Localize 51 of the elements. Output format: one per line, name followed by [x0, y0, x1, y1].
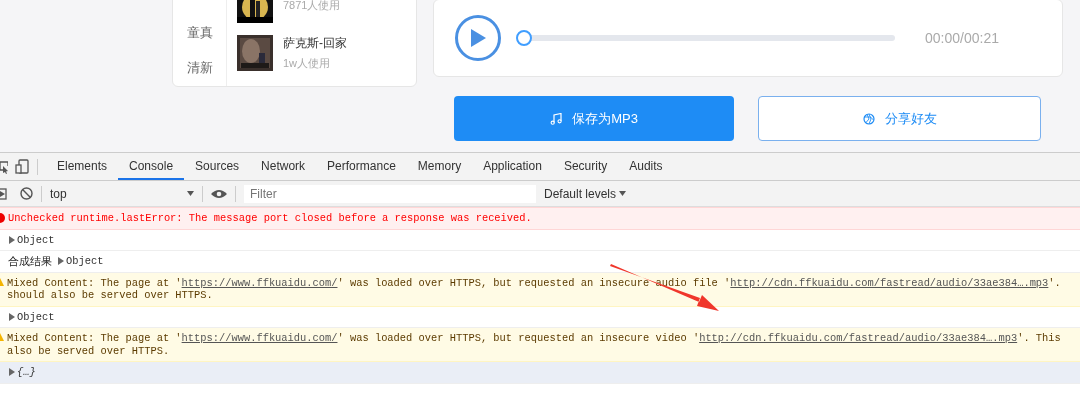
devtools-tab[interactable]: Performance	[316, 153, 407, 180]
song-title[interactable]: 萨克斯-回家	[283, 35, 347, 52]
message-text: Unchecked runtime.lastError: The message port closed before a response was received.	[8, 212, 532, 225]
warning-icon	[0, 276, 4, 289]
music-note-icon	[550, 112, 563, 125]
message-link[interactable]: https://www.ffkuaidu.com/	[181, 276, 338, 289]
message-link[interactable]: https://www.ffkuaidu.com/	[181, 332, 338, 344]
play-icon	[469, 28, 487, 48]
object-label[interactable]: Object	[66, 255, 104, 268]
object-label[interactable]: Object	[17, 310, 55, 323]
aperture-icon	[862, 112, 875, 125]
share-button[interactable]: 分享好友	[758, 96, 1041, 141]
devtools-tab[interactable]: Network	[250, 153, 317, 180]
eye-icon[interactable]	[211, 188, 227, 199]
message-text: Mixed Content: The page at 'https://www.ffkuaidu.com/' was loaded over HTTPS, but requested an insecure audio file 'http://cdn.ffkuaidu.com/fastread/audio/33ae384….mp3'.	[7, 276, 1061, 289]
log-label: 合成结果	[7, 255, 52, 268]
play-button[interactable]	[455, 15, 501, 61]
message-link[interactable]: http://cdn.ffkuaidu.com/fastread/audio/33ae384….mp3	[730, 276, 1049, 289]
sidebar-toggle-icon[interactable]	[0, 187, 7, 200]
devtools-tab[interactable]: Memory	[406, 153, 473, 180]
object-label[interactable]: {…}	[17, 366, 36, 379]
category-item[interactable]: 童真	[186, 24, 213, 42]
expand-icon[interactable]	[58, 257, 64, 266]
slider-thumb[interactable]	[516, 30, 532, 46]
device-icon[interactable]	[15, 159, 29, 174]
time-label: 00:00/00:21	[925, 30, 999, 46]
clear-icon[interactable]	[20, 187, 33, 200]
context-select[interactable]: top	[44, 186, 194, 201]
expand-icon[interactable]	[9, 312, 15, 321]
message-link[interactable]: http://cdn.ffkuaidu.com/fastread/audio/33ae384….mp3	[699, 332, 1018, 344]
caret-icon	[619, 190, 627, 197]
caret-icon	[187, 190, 194, 197]
devtools-tab[interactable]: Elements	[46, 153, 119, 180]
devtools-tab[interactable]: Security	[552, 153, 619, 180]
inspect-icon[interactable]	[0, 159, 8, 174]
devtools-tab[interactable]: Application	[472, 153, 553, 180]
message-text: also be served over HTTPS.	[7, 344, 171, 357]
devtools-tab[interactable]: Audits	[618, 153, 674, 180]
usage-count: 7871人使用	[283, 0, 341, 13]
filter-field[interactable]: Filter	[244, 184, 536, 203]
message-text: should also be served over HTTPS.	[7, 289, 214, 302]
message-text: Mixed Content: The page at 'https://www.ffkuaidu.com/' was loaded over HTTPS, but requested an insecure video 'http://cdn.ffkuaidu.com/fastread/audio/33ae384….mp3'. This	[7, 332, 1061, 345]
expand-icon[interactable]	[9, 368, 15, 377]
object-label[interactable]: Object	[17, 233, 55, 246]
expand-icon[interactable]	[9, 235, 15, 244]
usage-count: 1w人使用	[283, 56, 332, 71]
warning-icon	[0, 332, 4, 344]
category-item[interactable]: 清新	[186, 59, 213, 77]
error-icon	[0, 212, 5, 224]
levels-dropdown[interactable]: Default levels	[544, 186, 627, 201]
devtools-tab[interactable]: Sources	[184, 153, 251, 180]
